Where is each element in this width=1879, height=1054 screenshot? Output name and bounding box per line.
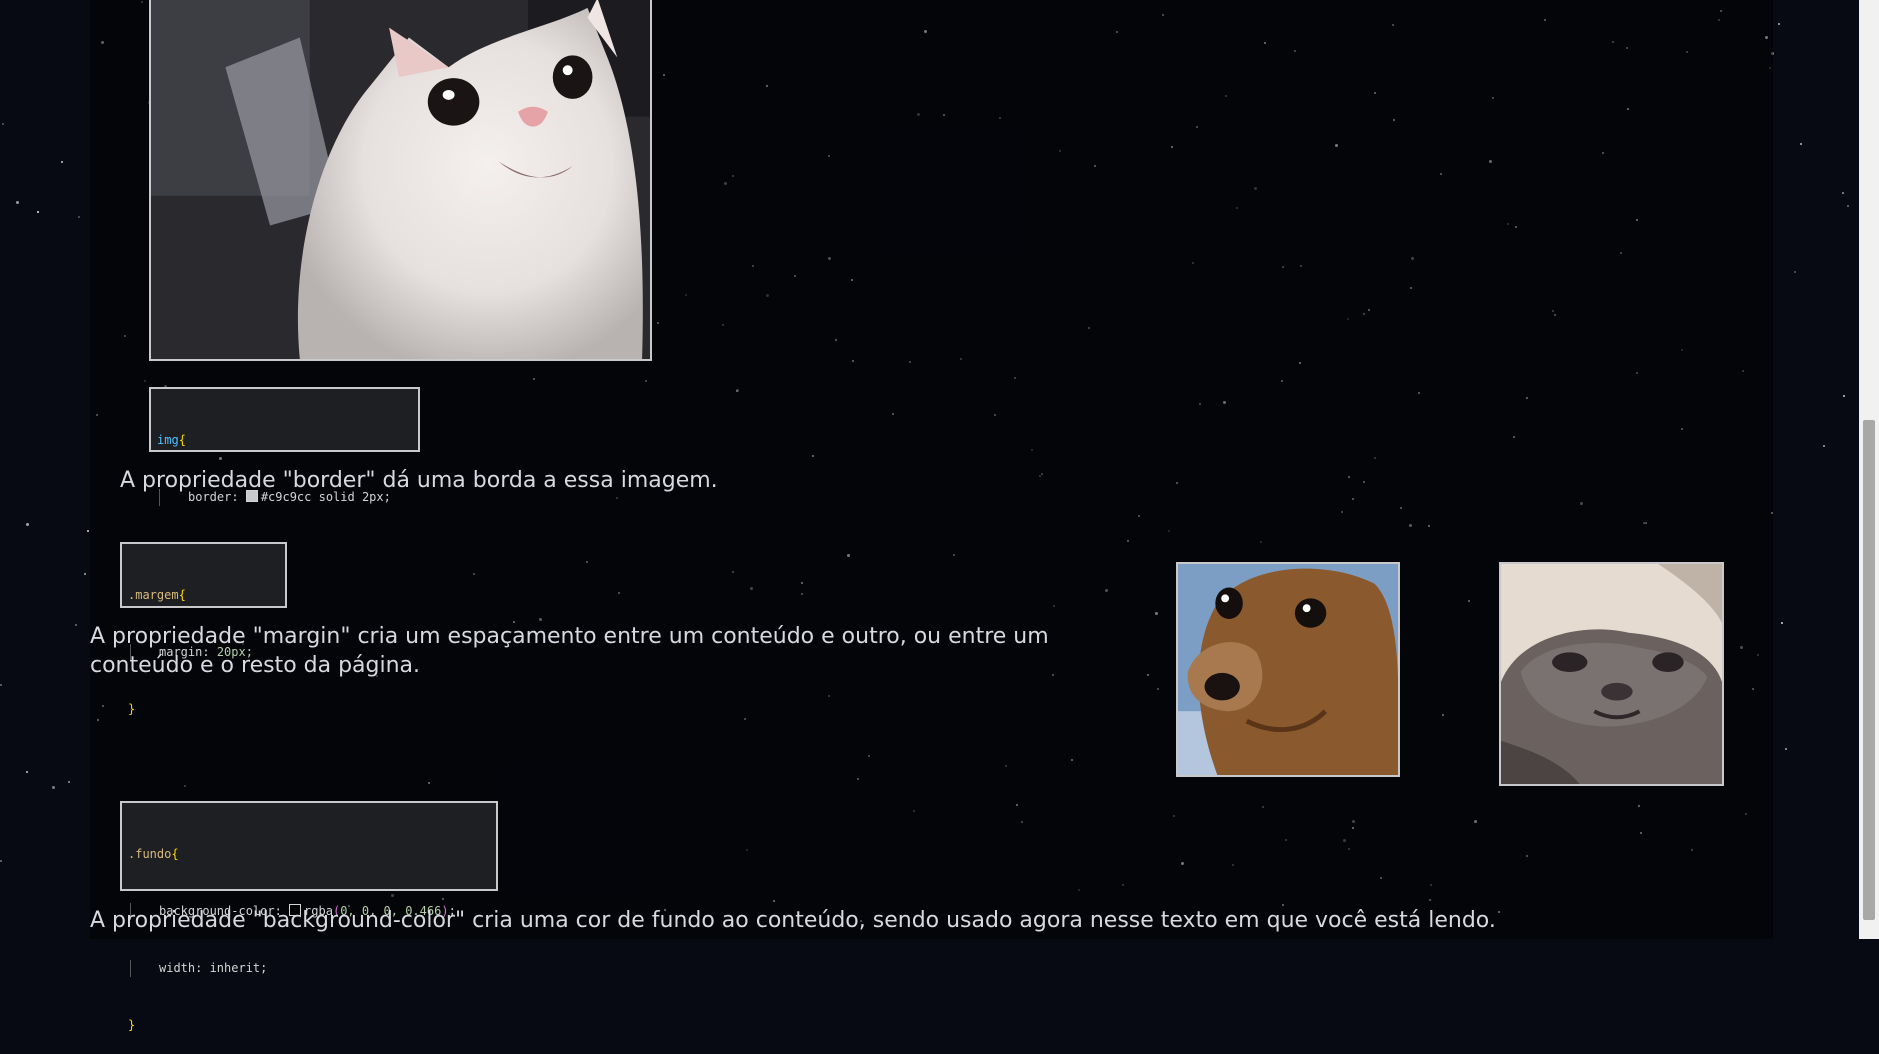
- code-property: width: [159, 961, 196, 975]
- code-box-img: img{ border: #c9c9cc solid 2px; }: [149, 387, 420, 561]
- code-close-brace: }: [128, 1018, 136, 1032]
- code-selector: img: [157, 433, 179, 447]
- star: [26, 523, 29, 526]
- star: [37, 211, 39, 213]
- star: [68, 781, 70, 783]
- paragraph-border: A propriedade "border" dá uma borda a es…: [120, 468, 718, 493]
- code-open-brace: {: [178, 433, 186, 447]
- paragraph-margin: A propriedade "margin" cria um espaçamen…: [90, 624, 1049, 678]
- star: [1843, 395, 1845, 397]
- code-value: inherit;: [209, 961, 268, 975]
- code-open-brace: {: [178, 588, 186, 602]
- star: [1785, 748, 1787, 750]
- dog-photo: [1176, 562, 1400, 777]
- code-box-fundo: .fundo{ background-color: rgba(0, 0, 0, …: [120, 801, 498, 1032]
- star: [1800, 143, 1802, 145]
- star: [87, 530, 89, 532]
- code-open-brace: {: [171, 847, 179, 861]
- paragraph-background: A propriedade "background-color" cria um…: [90, 908, 1496, 933]
- code-box-margem: .margem{ margin: 20px; }: [120, 542, 287, 716]
- grey-cat-photo: [1499, 562, 1724, 786]
- code-close-brace: }: [128, 702, 136, 716]
- star: [78, 216, 80, 218]
- star: [1778, 23, 1780, 25]
- scrollbar-thumb[interactable]: [1863, 420, 1875, 920]
- star: [2, 123, 4, 125]
- white-cat-photo: [149, 0, 652, 361]
- star: [0, 860, 2, 862]
- code-selector: .margem: [128, 588, 179, 602]
- star: [16, 201, 19, 204]
- star: [52, 786, 55, 789]
- star: [1794, 271, 1796, 273]
- star: [0, 684, 2, 686]
- code-selector: .fundo: [128, 847, 172, 861]
- star: [1842, 192, 1844, 194]
- vertical-scrollbar[interactable]: [1859, 0, 1879, 939]
- star: [1781, 622, 1783, 624]
- star: [61, 161, 63, 163]
- star: [1847, 205, 1849, 207]
- star: [84, 573, 86, 575]
- star: [75, 624, 77, 626]
- star: [26, 771, 28, 773]
- star: [1823, 445, 1825, 447]
